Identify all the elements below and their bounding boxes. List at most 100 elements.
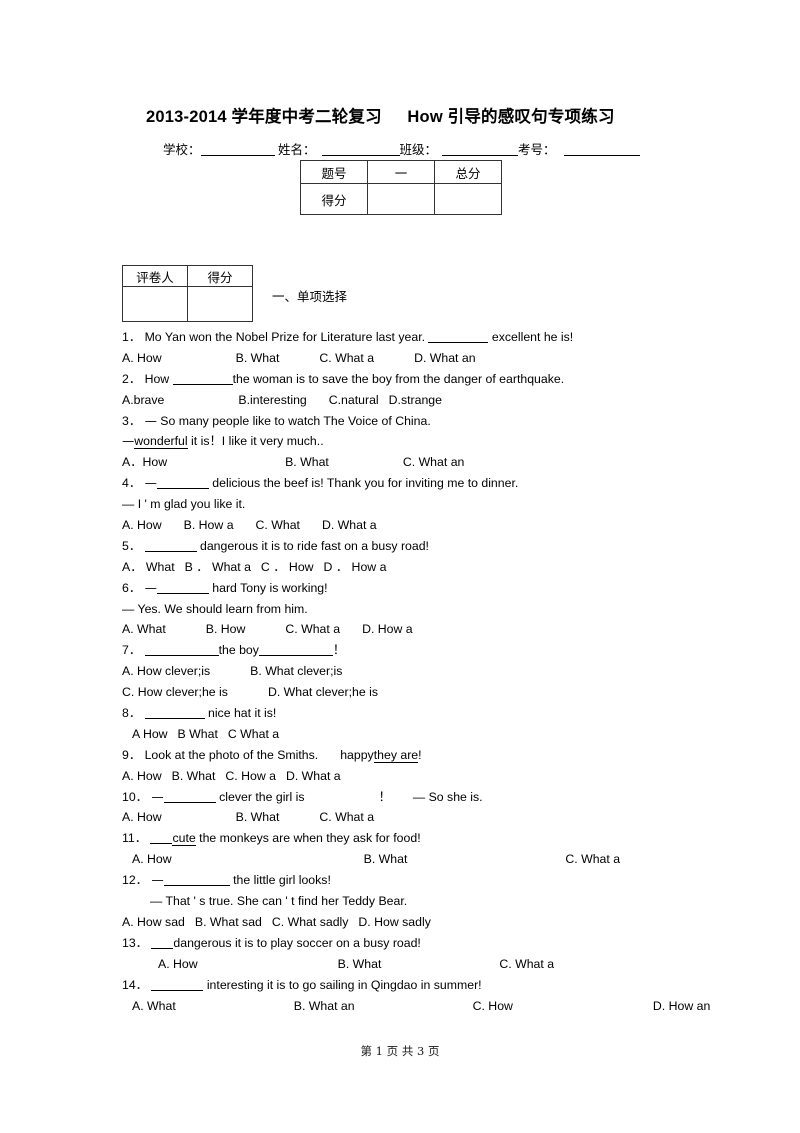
score-cell-total[interactable] <box>434 183 502 215</box>
question-13-option-c[interactable]: C. What a <box>499 957 554 971</box>
score-table-header-row: 题号 一 总分 <box>300 160 502 184</box>
question-3-underlined-word[interactable]: wonderful <box>134 434 188 450</box>
score-table-row: 得分 <box>300 183 502 215</box>
question-11-blank[interactable] <box>150 832 173 845</box>
question-10-option-c[interactable]: C. What a <box>319 810 374 824</box>
question-12-stem: 12． — the little girl looks! <box>122 870 722 891</box>
question-13-option-b[interactable]: B. What <box>338 957 382 971</box>
question-13-options: A. How B. What C. What a <box>122 954 722 975</box>
score-row-label: 得分 <box>300 183 368 215</box>
question-12-option-a[interactable]: A. How sad <box>122 915 185 929</box>
question-1-option-d[interactable]: D. What an <box>414 351 476 365</box>
question-3-option-b[interactable]: B. What <box>285 455 329 469</box>
question-4-reply: — I ' m glad you like it. <box>122 494 722 515</box>
class-label: 班级： <box>399 142 438 157</box>
question-5-option-d[interactable]: D ． How a <box>324 560 387 574</box>
question-14-option-c[interactable]: C. How <box>473 999 513 1013</box>
question-10-dash: — <box>151 789 164 804</box>
question-11-option-c[interactable]: C. What a <box>565 852 620 866</box>
school-input[interactable] <box>200 143 275 156</box>
question-12-reply: — That ' s true. She can ' t find her Te… <box>122 891 722 912</box>
grader-cell-name[interactable] <box>122 286 188 322</box>
question-1-blank[interactable] <box>428 331 489 343</box>
question-7-option-d[interactable]: D. What clever;he is <box>268 685 378 699</box>
question-10-option-a[interactable]: A. How <box>122 810 162 824</box>
question-6-reply-text: — Yes. We should learn from him. <box>122 601 308 616</box>
grader-cell-score[interactable] <box>187 286 253 322</box>
question-11-underlined-word[interactable]: cute <box>172 831 196 847</box>
question-6-option-d[interactable]: D. How a <box>362 622 413 636</box>
question-11-option-a[interactable]: A. How <box>132 852 172 866</box>
title-year: 2013-2014 <box>146 108 227 126</box>
question-6-option-c[interactable]: C. What a <box>285 622 340 636</box>
question-5-option-b[interactable]: B ． What a <box>185 560 251 574</box>
question-7-blank-2[interactable] <box>258 644 333 657</box>
score-cell-1[interactable] <box>367 183 435 215</box>
question-2-option-d[interactable]: D.strange <box>389 393 442 407</box>
title-en-keyword: How <box>407 108 443 126</box>
exam-no-input[interactable] <box>563 143 640 156</box>
question-12-reply-text: — That ' s true. She can ' t find her Te… <box>150 894 408 909</box>
question-9-option-d[interactable]: D. What a <box>286 769 341 783</box>
question-12-option-b[interactable]: B. What sad <box>195 915 262 929</box>
question-9-underlined-phrase[interactable]: they are <box>373 747 419 763</box>
question-4-option-a[interactable]: A. How <box>122 518 162 532</box>
question-10-blank[interactable] <box>163 791 216 803</box>
question-3-option-a[interactable]: A．How <box>122 455 167 469</box>
question-2-blank[interactable] <box>172 373 233 385</box>
question-12-option-d[interactable]: D. How sadly <box>358 915 430 929</box>
question-9-option-b[interactable]: B. What <box>172 769 216 783</box>
question-6-option-b[interactable]: B. How <box>206 622 246 636</box>
question-4-dash: — <box>144 476 157 491</box>
question-3-option-c[interactable]: C. What an <box>403 455 465 469</box>
question-2-option-c[interactable]: C.natural <box>329 393 379 407</box>
question-5-option-c[interactable]: C ． How <box>261 560 314 574</box>
question-6-option-a[interactable]: A. What <box>122 622 166 636</box>
class-input[interactable] <box>442 143 519 156</box>
question-3-number: 3． <box>122 413 142 428</box>
question-12-blank[interactable] <box>163 874 230 887</box>
question-8-option-b[interactable]: B What <box>178 727 218 741</box>
question-5-option-a[interactable]: A． What <box>122 560 175 574</box>
question-1-number: 1． <box>122 330 142 344</box>
question-1-option-b[interactable]: B. What <box>236 351 280 365</box>
question-7-blank-1[interactable] <box>144 644 219 657</box>
question-14-option-a[interactable]: A. What <box>132 999 176 1013</box>
question-11-option-b[interactable]: B. What <box>364 852 408 866</box>
question-1-option-a[interactable]: A. How <box>122 351 162 365</box>
question-4-option-d[interactable]: D. What a <box>322 518 377 532</box>
score-table-header-0: 题号 <box>300 160 368 184</box>
question-2-option-b[interactable]: B.interesting <box>238 393 306 407</box>
question-13-option-a[interactable]: A. How <box>158 957 198 971</box>
score-table-header-2: 总分 <box>434 160 502 184</box>
question-3-reply-rest: it is！I like it very much.. <box>191 434 324 449</box>
question-7-option-b[interactable]: B. What clever;is <box>250 664 342 678</box>
question-5-blank[interactable] <box>144 540 197 552</box>
question-6-dash: — <box>144 580 157 595</box>
question-9-option-c[interactable]: C. How a <box>225 769 276 783</box>
question-7-option-a[interactable]: A. How clever;is <box>122 664 210 678</box>
question-4-option-b[interactable]: B. How a <box>184 518 234 532</box>
question-10-option-b[interactable]: B. What <box>236 810 280 824</box>
question-2-option-a[interactable]: A.brave <box>122 393 164 407</box>
score-table: 题号 一 总分 得分 <box>300 160 502 215</box>
question-4-option-c[interactable]: C. What <box>256 518 300 532</box>
question-12-option-c[interactable]: C. What sadly <box>272 915 349 929</box>
question-14-option-b[interactable]: B. What an <box>294 999 355 1013</box>
question-14-option-d[interactable]: D. How an <box>653 999 710 1013</box>
question-8-option-a[interactable]: A How <box>132 727 168 741</box>
question-11-number: 11． <box>122 831 148 846</box>
question-4-blank[interactable] <box>156 477 209 490</box>
question-2-stem: 2． How the woman is to save the boy from… <box>122 369 722 390</box>
question-1-option-c[interactable]: C. What a <box>319 351 374 365</box>
question-9-option-a[interactable]: A. How <box>122 769 162 783</box>
question-6-blank[interactable] <box>156 582 209 594</box>
question-1-stem-before: Mo Yan won the Nobel Prize for Literatur… <box>144 330 426 344</box>
question-8-option-c[interactable]: C What a <box>228 727 279 741</box>
question-13-blank[interactable] <box>151 937 174 949</box>
question-7-option-c[interactable]: C. How clever;he is <box>122 685 228 699</box>
question-14-stem-after: interesting it is to go sailing in Qingd… <box>206 977 482 992</box>
question-14-blank[interactable] <box>151 979 204 991</box>
question-8-blank[interactable] <box>144 707 205 720</box>
name-input[interactable] <box>321 143 400 156</box>
